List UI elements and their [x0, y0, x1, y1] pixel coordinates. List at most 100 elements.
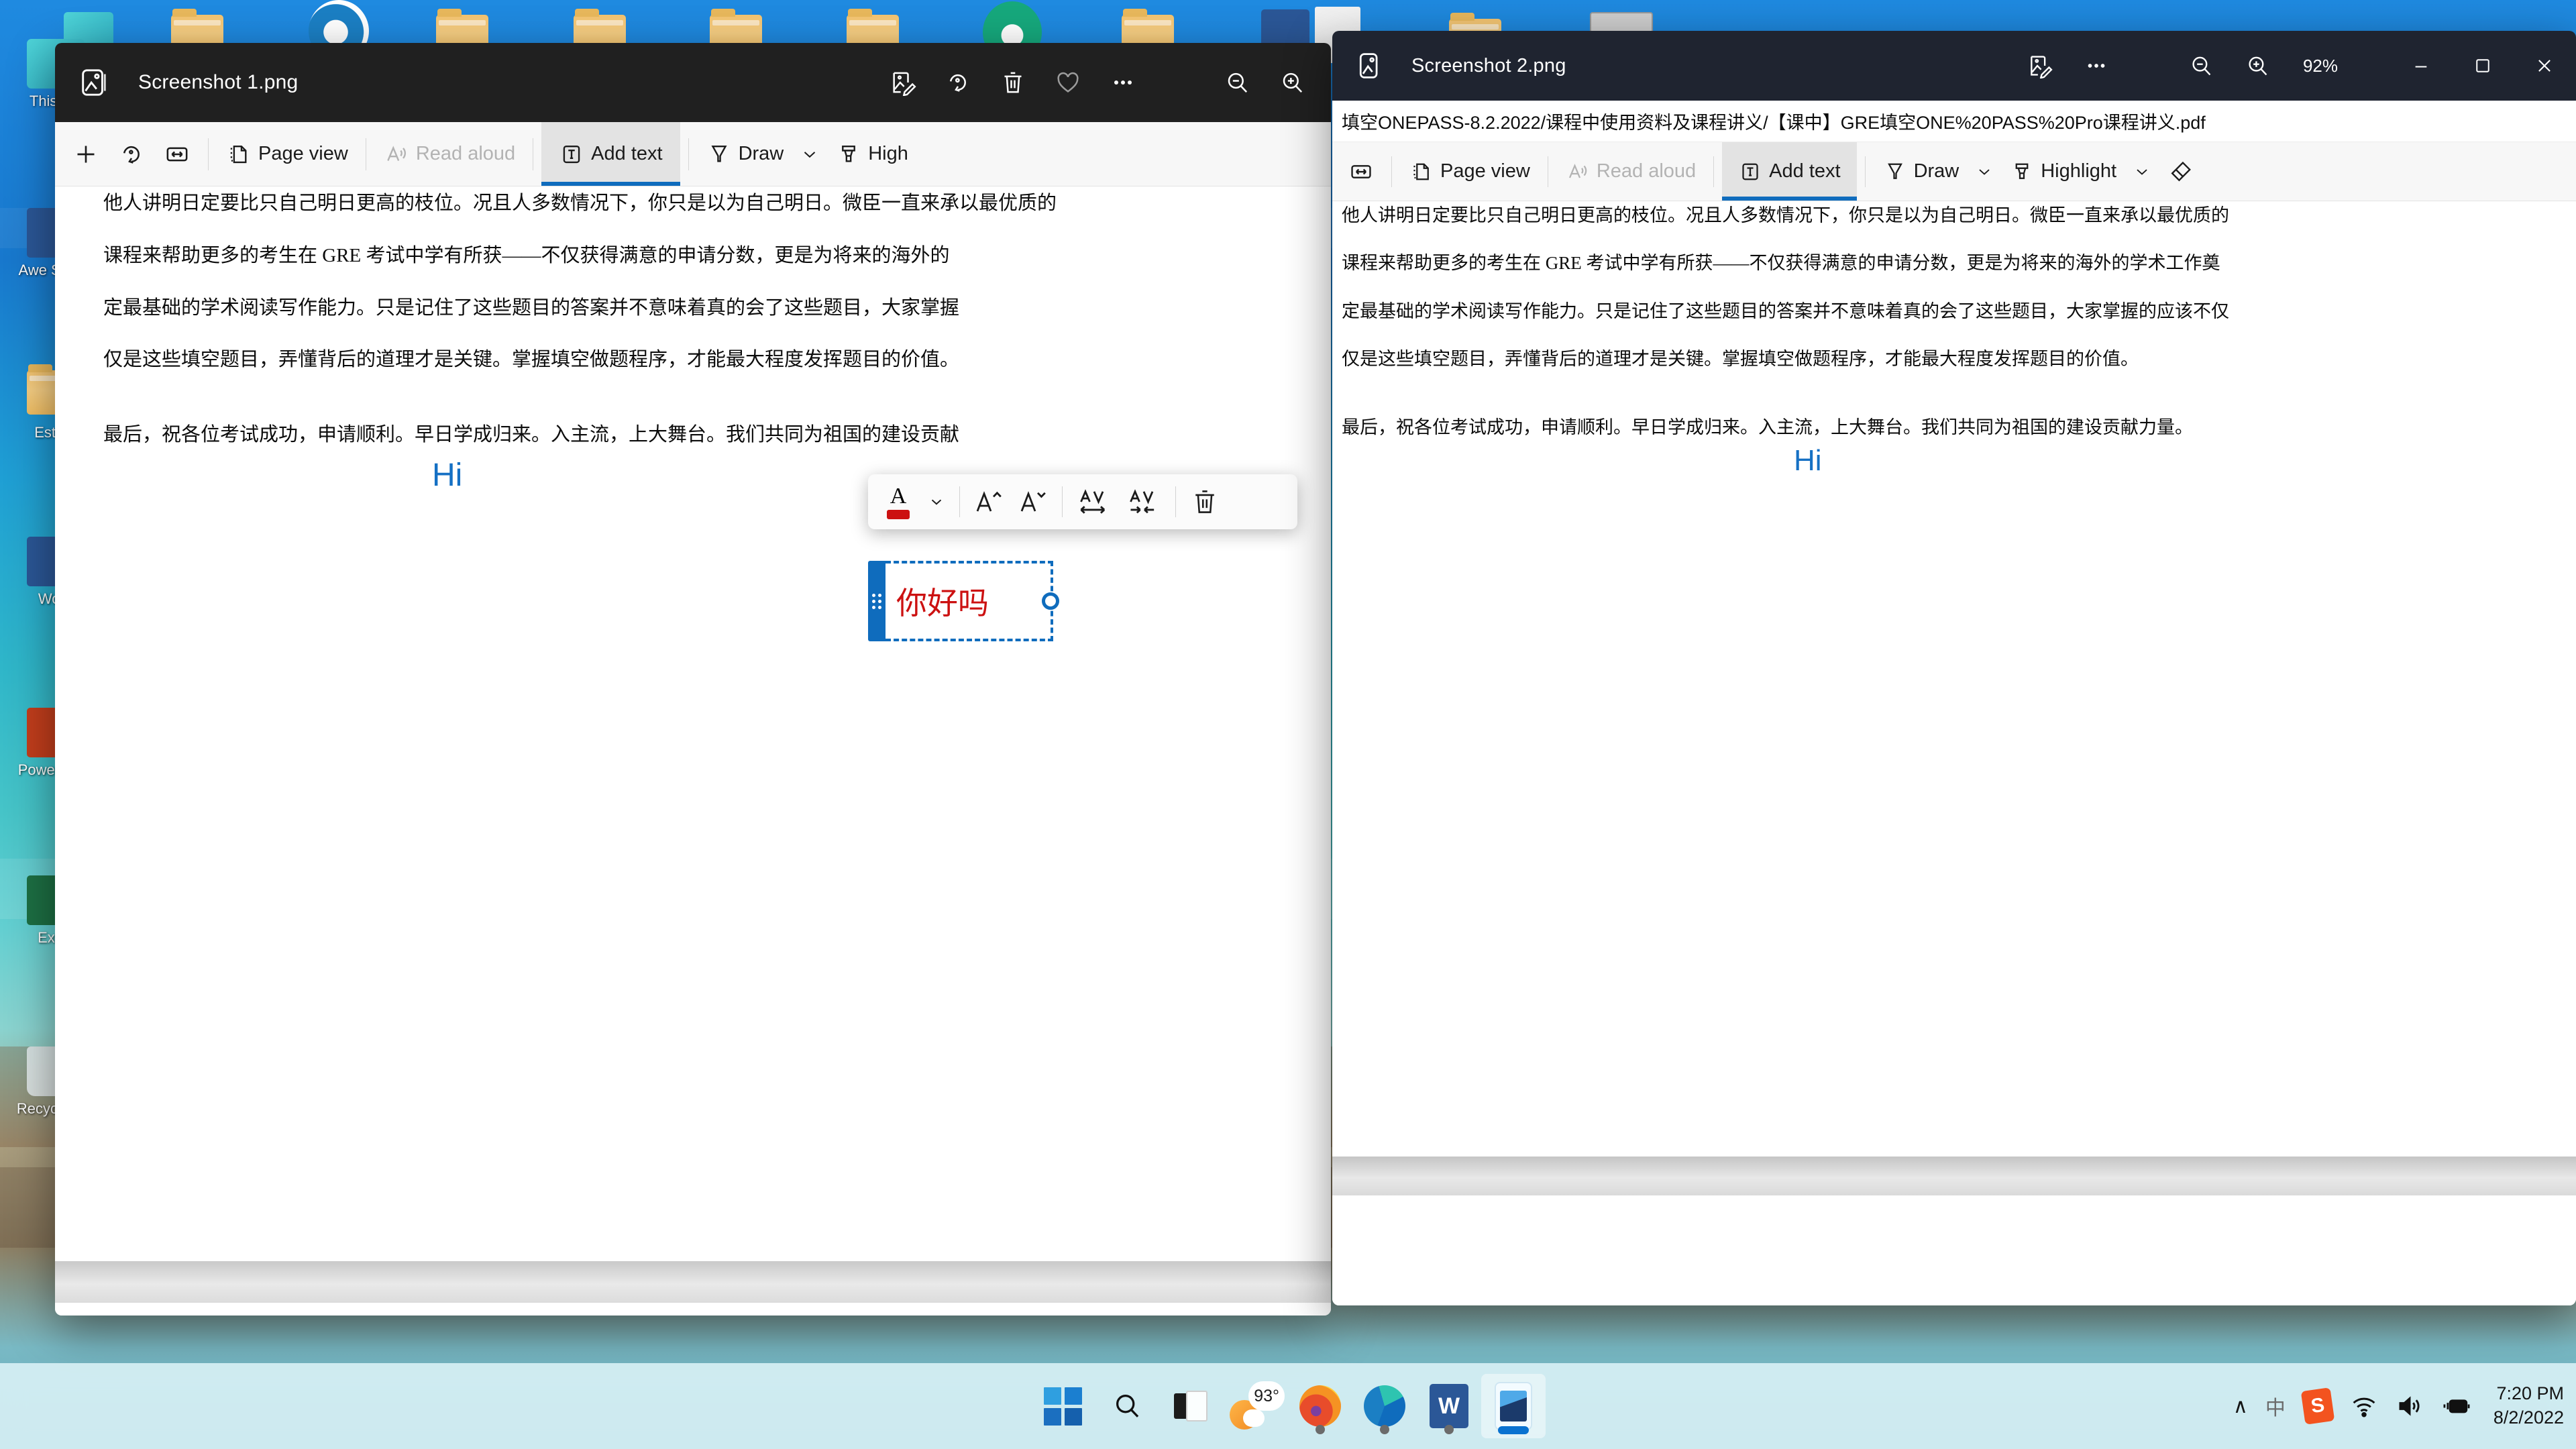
doc-line: 定最基础的学术阅读写作能力。只是记住了这些题目的答案并不意味着真的会了这些题目，… — [1342, 301, 2229, 321]
sogou-ime-icon[interactable]: S — [2300, 1387, 2335, 1425]
windows-taskbar[interactable]: 93° W ∧ 中 S 7:20 PM 8/2/2022 — [0, 1363, 2576, 1449]
page-view-button[interactable]: Page view — [217, 122, 358, 186]
page-separator — [1332, 1157, 2576, 1195]
draw-chevron-down-icon[interactable] — [793, 122, 826, 186]
page-view-button[interactable]: Page view — [1400, 142, 1540, 201]
annotation-hi-text[interactable]: Hi — [432, 457, 462, 494]
more-options-icon[interactable] — [1099, 58, 1147, 107]
textbox-resize-handle[interactable] — [1042, 592, 1059, 610]
decrease-font-size-button[interactable] — [1012, 481, 1054, 523]
eraser-icon[interactable] — [2158, 142, 2210, 201]
doc-line: 最后，祝各位考试成功，申请顺利。早日学成归来。入主流，上大舞台。我们共同为祖国的… — [103, 424, 960, 446]
draw-chevron-down-icon[interactable] — [1968, 142, 2000, 201]
read-aloud-label: Read aloud — [415, 143, 516, 164]
weather-widget[interactable]: 93° — [1224, 1374, 1288, 1438]
toolbar-separator — [1713, 156, 1715, 187]
word-taskbar-icon[interactable]: W — [1417, 1374, 1481, 1438]
draw-label: Draw — [738, 143, 784, 164]
taskbar-apps[interactable]: 93° W — [1030, 1374, 1546, 1438]
toolbar-separator — [959, 486, 960, 517]
zoom-level-label: 92% — [2302, 55, 2339, 76]
maximize-button[interactable] — [2458, 41, 2508, 91]
system-tray[interactable]: ∧ 中 S 7:20 PM 8/2/2022 — [2233, 1382, 2564, 1430]
zoom-out-icon[interactable] — [2179, 44, 2223, 88]
font-color-swatch — [887, 509, 910, 519]
more-options-icon[interactable] — [2074, 44, 2118, 88]
window2-title: Screenshot 2.png — [1411, 54, 1566, 76]
add-text-button[interactable]: Add text — [541, 122, 680, 186]
taskbar-clock[interactable]: 7:20 PM 8/2/2022 — [2493, 1382, 2564, 1430]
highlight-button[interactable]: Highlight — [2000, 142, 2126, 201]
battery-charging-icon[interactable] — [2441, 1392, 2472, 1420]
photos-taskbar-icon[interactable] — [1481, 1374, 1546, 1438]
fit-to-width-icon[interactable] — [1332, 142, 1383, 201]
toolbar-separator — [688, 138, 689, 170]
desktop-icon-green-app[interactable] — [983, 1, 1042, 63]
pdf-page-next — [1332, 1195, 2576, 1305]
add-notes-icon[interactable] — [55, 122, 109, 186]
window1-pdf-toolbar[interactable]: Page view Read aloud Add text Draw High — [55, 122, 1331, 186]
draw-label: Draw — [1913, 160, 1960, 182]
draw-button[interactable]: Draw — [1874, 142, 1969, 201]
add-text-label: Add text — [591, 143, 663, 164]
highlight-button[interactable]: High — [826, 122, 918, 186]
firefox-taskbar-icon[interactable] — [1288, 1374, 1352, 1438]
drag-dots-icon — [872, 593, 881, 609]
zoom-in-icon[interactable] — [2235, 44, 2279, 88]
edit-image-icon[interactable] — [879, 58, 927, 107]
decrease-spacing-button[interactable] — [1120, 481, 1167, 523]
page-separator — [55, 1261, 1331, 1303]
increase-spacing-button[interactable] — [1071, 481, 1118, 523]
desktop-icon-edge-shortcut[interactable] — [309, 0, 369, 62]
edit-image-icon[interactable] — [2018, 44, 2062, 88]
draw-button[interactable]: Draw — [697, 122, 794, 186]
pdf-page: 他人讲明日定要比只自己明日更高的枝位。况且人多数情况下，你只是以为自己明日。微臣… — [55, 186, 1331, 1261]
show-hidden-icons-button[interactable]: ∧ — [2233, 1395, 2248, 1418]
read-aloud-button[interactable]: Read aloud — [1556, 142, 1705, 201]
textbox-drag-handle[interactable] — [868, 561, 885, 641]
start-button[interactable] — [1030, 1374, 1095, 1438]
window2-pdf-toolbar[interactable]: Page view Read aloud Add text Draw Highl… — [1332, 142, 2576, 201]
rotate-page-icon[interactable] — [109, 122, 154, 186]
highlight-chevron-down-icon[interactable] — [2126, 142, 2158, 201]
font-color-letter: A — [890, 483, 907, 508]
page-view-label: Page view — [1440, 160, 1530, 182]
photos-window-screenshot-1[interactable]: Screenshot 1.png Page view Read aloud Ad… — [55, 43, 1331, 1316]
window1-titlebar[interactable]: Screenshot 1.png — [55, 43, 1331, 122]
toolbar-separator — [1391, 156, 1392, 187]
minimize-button[interactable]: – — [2396, 41, 2446, 91]
increase-font-size-button[interactable] — [968, 481, 1010, 523]
textbox-input[interactable]: 你好吗 — [885, 561, 1059, 641]
doc-line: 他人讲明日定要比只自己明日更高的枝位。况且人多数情况下，你只是以为自己明日。微臣… — [103, 193, 1057, 214]
delete-text-button[interactable] — [1184, 481, 1226, 523]
font-color-chevron-down-icon[interactable] — [922, 481, 951, 523]
window2-titlebar[interactable]: Screenshot 2.png 92% – — [1332, 31, 2576, 101]
text-annotation-box[interactable]: 你好吗 — [868, 561, 1059, 641]
close-button[interactable] — [2520, 41, 2569, 91]
doc-line: 仅是这些填空题目，弄懂背后的道理才是关键。掌握填空做题程序，才能最大程度发挥题目… — [103, 349, 960, 371]
volume-icon[interactable] — [2396, 1392, 2424, 1420]
pdf-path-bar[interactable]: 填空ONEPASS-8.2.2022/课程中使用资料及课程讲义/【课中】GRE填… — [1332, 101, 2576, 142]
ime-language-icon[interactable]: 中 — [2265, 1391, 2286, 1421]
read-aloud-button[interactable]: Read aloud — [374, 122, 525, 186]
photos-window-screenshot-2[interactable]: Screenshot 2.png 92% – 填空ONEPASS-8.2.202… — [1332, 31, 2576, 1305]
zoom-in-icon[interactable] — [1268, 58, 1316, 107]
delete-icon[interactable] — [989, 58, 1037, 107]
window1-document-area[interactable]: 他人讲明日定要比只自己明日更高的枝位。况且人多数情况下，你只是以为自己明日。微臣… — [55, 186, 1331, 1316]
font-color-button[interactable]: A — [877, 481, 919, 523]
text-format-toolbar[interactable]: A — [868, 474, 1297, 529]
rotate-icon[interactable] — [934, 58, 982, 107]
weather-temperature: 93° — [1248, 1381, 1285, 1411]
fit-to-width-icon[interactable] — [154, 122, 200, 186]
highlight-label: High — [868, 143, 908, 164]
zoom-out-icon[interactable] — [1213, 58, 1261, 107]
wifi-icon[interactable] — [2350, 1392, 2378, 1420]
task-view-button[interactable] — [1159, 1374, 1224, 1438]
favorite-heart-icon[interactable] — [1044, 58, 1092, 107]
search-button[interactable] — [1095, 1374, 1159, 1438]
add-text-button[interactable]: Add text — [1722, 142, 1857, 201]
doc-line: 课程来帮助更多的考生在 GRE 考试中学有所获——不仅获得满意的申请分数，更是为… — [1342, 253, 2220, 274]
window2-document-area[interactable]: 他人讲明日定要比只自己明日更高的枝位。况且人多数情况下，你只是以为自己明日。微臣… — [1332, 201, 2576, 1305]
annotation-hi-text[interactable]: Hi — [1794, 444, 1822, 478]
edge-taskbar-icon[interactable] — [1352, 1374, 1417, 1438]
